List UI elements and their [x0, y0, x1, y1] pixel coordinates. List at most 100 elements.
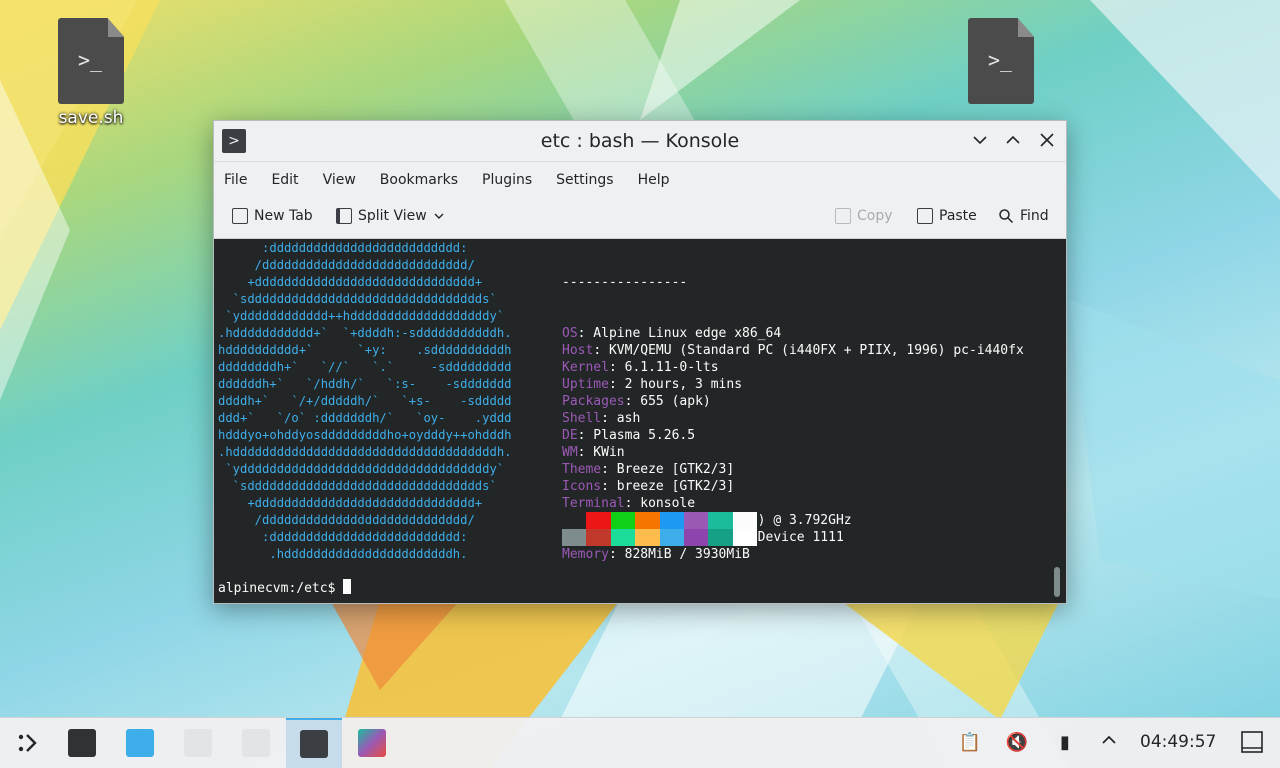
- taskbar: 📋 🔇 ▮ 04:49:57: [0, 717, 1280, 768]
- palette-swatch: [708, 512, 733, 529]
- info-line: Shell: ash: [562, 410, 1024, 427]
- ascii-art-line: `ydddddddddddd++hdddddddddddddddddddy`: [218, 309, 505, 323]
- palette-swatch: [562, 512, 587, 529]
- info-key: Uptime: [562, 377, 609, 392]
- desktop-icon-label: save.sh: [58, 108, 124, 128]
- task-file-1[interactable]: [170, 718, 226, 768]
- info-key: Terminal: [562, 496, 625, 511]
- task-kate[interactable]: [344, 718, 400, 768]
- info-value: : Alpine Linux edge x86_64: [577, 326, 782, 341]
- info-line: Uptime: 2 hours, 3 mins: [562, 376, 1024, 393]
- document-icon: [184, 729, 212, 757]
- info-line: Icons: breeze [GTK2/3]: [562, 478, 1024, 495]
- new-tab-label: New Tab: [254, 208, 313, 224]
- copy-button[interactable]: Copy: [835, 208, 893, 224]
- menu-settings[interactable]: Settings: [556, 172, 613, 188]
- ascii-art-line: :dddddddddddddddddddddddddd:: [218, 530, 468, 544]
- ascii-art-line: `sdddddddddddddddddddddddddddddddds`: [218, 479, 497, 493]
- palette-row-top: [562, 512, 758, 529]
- task-konsole[interactable]: [286, 718, 342, 768]
- task-file-2[interactable]: [228, 718, 284, 768]
- ascii-art-line: `yddddddddddddddddddddddddddddddddddy`: [218, 462, 505, 476]
- show-desktop-icon[interactable]: [1240, 731, 1264, 755]
- palette-swatch: [586, 529, 611, 546]
- info-key: DE: [562, 428, 578, 443]
- scrollbar[interactable]: [1054, 567, 1060, 597]
- clipboard-icon[interactable]: 📋: [958, 731, 982, 755]
- chevron-up-icon[interactable]: [1097, 731, 1121, 755]
- ascii-art-line: ddddh+` `/+/dddddh/` `+s- -sddddd: [218, 394, 512, 408]
- shell-script-icon: >_: [58, 18, 124, 104]
- menu-view[interactable]: View: [323, 172, 356, 188]
- info-key: Kernel: [562, 360, 609, 375]
- info-key: Packages: [562, 394, 625, 409]
- kde-launcher-icon: [18, 734, 37, 752]
- clock[interactable]: 04:49:57: [1140, 732, 1216, 752]
- find-button[interactable]: Find: [998, 208, 1049, 224]
- info-line: Packages: 655 (apk): [562, 393, 1024, 410]
- muted-volume-icon[interactable]: 🔇: [1005, 731, 1029, 755]
- info-value: : ash: [601, 411, 641, 426]
- close-icon: [1040, 133, 1054, 147]
- shell-script-icon: >_: [968, 18, 1034, 104]
- split-view-button[interactable]: Split View: [336, 208, 445, 224]
- palette-swatch: [635, 529, 660, 546]
- info-line: Terminal: konsole: [562, 495, 1024, 512]
- info-value: : breeze [GTK2/3]: [601, 479, 735, 494]
- copy-icon: [835, 208, 851, 224]
- desktop-icon-script[interactable]: >_: [956, 18, 1046, 104]
- split-view-label: Split View: [358, 208, 427, 224]
- ascii-art-line: `sdddddddddddddddddddddddddddddddds`: [218, 292, 497, 306]
- paste-button[interactable]: Paste: [917, 208, 977, 224]
- menu-help[interactable]: Help: [638, 172, 670, 188]
- maximize-button[interactable]: [1001, 129, 1025, 153]
- info-key: Shell: [562, 411, 602, 426]
- info-line: Kernel: 6.1.11-0-lts: [562, 359, 1024, 376]
- split-view-icon: [336, 208, 352, 224]
- ascii-art-line: ddddddddh+` `//` `.` -sddddddddd: [218, 360, 512, 374]
- menu-edit[interactable]: Edit: [271, 172, 298, 188]
- close-button[interactable]: [1035, 129, 1059, 153]
- chevron-down-icon[interactable]: [433, 210, 445, 222]
- new-tab-button[interactable]: New Tab: [232, 208, 313, 224]
- info-value: : 2 hours, 3 mins: [608, 377, 743, 392]
- find-label: Find: [1020, 208, 1049, 224]
- info-value: : 655 (apk): [624, 394, 711, 409]
- menubar: File Edit View Bookmarks Plugins Setting…: [214, 162, 1066, 198]
- removable-device-icon[interactable]: ▮: [1053, 731, 1077, 755]
- info-value: : 6.1.11-0-lts: [608, 360, 719, 375]
- info-value: : Plasma 5.26.5: [577, 428, 696, 443]
- system-settings-icon: [68, 729, 96, 757]
- toolbar: New Tab Split View Copy Paste Find: [214, 198, 1066, 239]
- palette-swatch: [586, 512, 611, 529]
- text-cursor: [343, 579, 352, 594]
- menu-bookmarks[interactable]: Bookmarks: [380, 172, 458, 188]
- info-key: Icons: [562, 479, 602, 494]
- ascii-art-line: /dddddddddddddddddddddddddddd/: [218, 513, 475, 527]
- task-discover[interactable]: [112, 718, 168, 768]
- ascii-art-line: .hdddddddddddddddddddddddh.: [218, 547, 468, 561]
- menu-file[interactable]: File: [224, 172, 247, 188]
- paste-label: Paste: [939, 208, 977, 224]
- palette-swatch: [732, 512, 758, 529]
- discover-store-icon: [126, 729, 154, 757]
- info-value: : Breeze [GTK2/3]: [601, 462, 735, 477]
- task-system-settings[interactable]: [54, 718, 110, 768]
- menu-plugins[interactable]: Plugins: [482, 172, 532, 188]
- info-value: : KVM/QEMU (Standard PC (i440FX + PIIX, …: [593, 343, 1024, 358]
- desktop-icon-save-sh[interactable]: >_ save.sh: [46, 18, 136, 128]
- palette-swatch: [635, 512, 660, 529]
- minimize-button[interactable]: [968, 129, 992, 153]
- terminal-area[interactable]: :dddddddddddddddddddddddddd: /dddddddddd…: [214, 239, 1066, 603]
- document-icon: [242, 729, 270, 757]
- application-launcher[interactable]: [0, 718, 56, 768]
- ascii-art-line: +dddddddddddddddddddddddddddddd+: [218, 496, 483, 510]
- titlebar[interactable]: > etc : bash — Konsole: [214, 121, 1066, 162]
- window-title: etc : bash — Konsole: [540, 130, 740, 152]
- ascii-art-line: :dddddddddddddddddddddddddd:: [218, 241, 468, 255]
- search-icon: [999, 209, 1014, 224]
- ascii-art-line: hdddddddddd+` `+y: .sddddddddddh: [218, 343, 512, 357]
- palette-swatch: [683, 512, 709, 529]
- shell-prompt[interactable]: alpinecvm:/etc$: [218, 579, 352, 597]
- konsole-icon: [300, 730, 328, 758]
